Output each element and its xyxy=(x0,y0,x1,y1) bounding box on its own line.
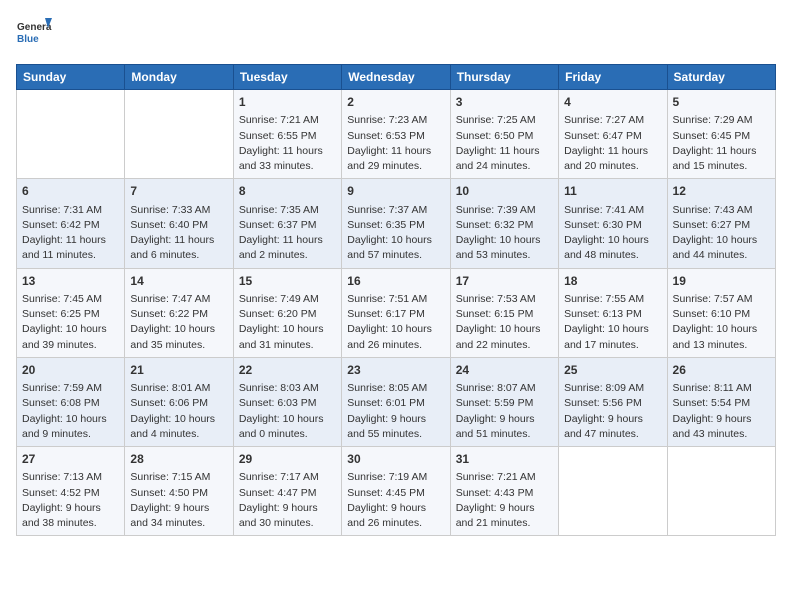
header-cell-monday: Monday xyxy=(125,65,233,90)
calendar-cell: 9Sunrise: 7:37 AMSunset: 6:35 PMDaylight… xyxy=(342,179,450,268)
day-number: 6 xyxy=(22,183,119,200)
calendar-cell: 11Sunrise: 7:41 AMSunset: 6:30 PMDayligh… xyxy=(559,179,667,268)
calendar-cell: 24Sunrise: 8:07 AMSunset: 5:59 PMDayligh… xyxy=(450,357,558,446)
calendar-cell xyxy=(667,447,775,536)
logo-svg: General Blue xyxy=(16,16,52,52)
day-number: 24 xyxy=(456,362,553,379)
calendar-cell: 7Sunrise: 7:33 AMSunset: 6:40 PMDaylight… xyxy=(125,179,233,268)
calendar-cell: 15Sunrise: 7:49 AMSunset: 6:20 PMDayligh… xyxy=(233,268,341,357)
calendar-cell: 16Sunrise: 7:51 AMSunset: 6:17 PMDayligh… xyxy=(342,268,450,357)
day-number: 23 xyxy=(347,362,444,379)
calendar-week-2: 6Sunrise: 7:31 AMSunset: 6:42 PMDaylight… xyxy=(17,179,776,268)
calendar-week-3: 13Sunrise: 7:45 AMSunset: 6:25 PMDayligh… xyxy=(17,268,776,357)
calendar-cell: 17Sunrise: 7:53 AMSunset: 6:15 PMDayligh… xyxy=(450,268,558,357)
day-number: 18 xyxy=(564,273,661,290)
calendar-cell xyxy=(125,90,233,179)
calendar-table: SundayMondayTuesdayWednesdayThursdayFrid… xyxy=(16,64,776,536)
calendar-cell: 6Sunrise: 7:31 AMSunset: 6:42 PMDaylight… xyxy=(17,179,125,268)
calendar-week-4: 20Sunrise: 7:59 AMSunset: 6:08 PMDayligh… xyxy=(17,357,776,446)
day-number: 11 xyxy=(564,183,661,200)
day-number: 17 xyxy=(456,273,553,290)
day-number: 28 xyxy=(130,451,227,468)
day-number: 4 xyxy=(564,94,661,111)
calendar-cell: 19Sunrise: 7:57 AMSunset: 6:10 PMDayligh… xyxy=(667,268,775,357)
day-number: 30 xyxy=(347,451,444,468)
calendar-cell: 3Sunrise: 7:25 AMSunset: 6:50 PMDaylight… xyxy=(450,90,558,179)
header-cell-friday: Friday xyxy=(559,65,667,90)
day-number: 8 xyxy=(239,183,336,200)
calendar-cell: 26Sunrise: 8:11 AMSunset: 5:54 PMDayligh… xyxy=(667,357,775,446)
day-number: 19 xyxy=(673,273,770,290)
page-header: General Blue xyxy=(16,16,776,52)
day-number: 21 xyxy=(130,362,227,379)
day-number: 14 xyxy=(130,273,227,290)
day-number: 15 xyxy=(239,273,336,290)
calendar-cell: 14Sunrise: 7:47 AMSunset: 6:22 PMDayligh… xyxy=(125,268,233,357)
calendar-cell: 31Sunrise: 7:21 AMSunset: 4:43 PMDayligh… xyxy=(450,447,558,536)
header-cell-wednesday: Wednesday xyxy=(342,65,450,90)
day-number: 3 xyxy=(456,94,553,111)
calendar-cell: 10Sunrise: 7:39 AMSunset: 6:32 PMDayligh… xyxy=(450,179,558,268)
calendar-cell: 2Sunrise: 7:23 AMSunset: 6:53 PMDaylight… xyxy=(342,90,450,179)
calendar-cell: 22Sunrise: 8:03 AMSunset: 6:03 PMDayligh… xyxy=(233,357,341,446)
calendar-cell: 21Sunrise: 8:01 AMSunset: 6:06 PMDayligh… xyxy=(125,357,233,446)
calendar-cell xyxy=(17,90,125,179)
day-number: 29 xyxy=(239,451,336,468)
day-number: 2 xyxy=(347,94,444,111)
day-number: 7 xyxy=(130,183,227,200)
svg-text:Blue: Blue xyxy=(17,34,39,45)
day-number: 25 xyxy=(564,362,661,379)
header-row: SundayMondayTuesdayWednesdayThursdayFrid… xyxy=(17,65,776,90)
calendar-cell: 20Sunrise: 7:59 AMSunset: 6:08 PMDayligh… xyxy=(17,357,125,446)
calendar-header: SundayMondayTuesdayWednesdayThursdayFrid… xyxy=(17,65,776,90)
calendar-cell: 25Sunrise: 8:09 AMSunset: 5:56 PMDayligh… xyxy=(559,357,667,446)
calendar-cell: 18Sunrise: 7:55 AMSunset: 6:13 PMDayligh… xyxy=(559,268,667,357)
calendar-week-5: 27Sunrise: 7:13 AMSunset: 4:52 PMDayligh… xyxy=(17,447,776,536)
header-cell-saturday: Saturday xyxy=(667,65,775,90)
calendar-cell: 27Sunrise: 7:13 AMSunset: 4:52 PMDayligh… xyxy=(17,447,125,536)
calendar-cell: 12Sunrise: 7:43 AMSunset: 6:27 PMDayligh… xyxy=(667,179,775,268)
day-number: 22 xyxy=(239,362,336,379)
calendar-cell: 1Sunrise: 7:21 AMSunset: 6:55 PMDaylight… xyxy=(233,90,341,179)
day-number: 13 xyxy=(22,273,119,290)
calendar-cell: 5Sunrise: 7:29 AMSunset: 6:45 PMDaylight… xyxy=(667,90,775,179)
calendar-cell: 4Sunrise: 7:27 AMSunset: 6:47 PMDaylight… xyxy=(559,90,667,179)
day-number: 5 xyxy=(673,94,770,111)
day-number: 26 xyxy=(673,362,770,379)
calendar-week-1: 1Sunrise: 7:21 AMSunset: 6:55 PMDaylight… xyxy=(17,90,776,179)
day-number: 31 xyxy=(456,451,553,468)
day-number: 27 xyxy=(22,451,119,468)
day-number: 12 xyxy=(673,183,770,200)
calendar-cell: 13Sunrise: 7:45 AMSunset: 6:25 PMDayligh… xyxy=(17,268,125,357)
calendar-cell: 8Sunrise: 7:35 AMSunset: 6:37 PMDaylight… xyxy=(233,179,341,268)
day-number: 20 xyxy=(22,362,119,379)
calendar-cell: 28Sunrise: 7:15 AMSunset: 4:50 PMDayligh… xyxy=(125,447,233,536)
day-number: 16 xyxy=(347,273,444,290)
calendar-cell xyxy=(559,447,667,536)
header-cell-sunday: Sunday xyxy=(17,65,125,90)
header-cell-tuesday: Tuesday xyxy=(233,65,341,90)
calendar-cell: 30Sunrise: 7:19 AMSunset: 4:45 PMDayligh… xyxy=(342,447,450,536)
calendar-cell: 29Sunrise: 7:17 AMSunset: 4:47 PMDayligh… xyxy=(233,447,341,536)
day-number: 9 xyxy=(347,183,444,200)
calendar-body: 1Sunrise: 7:21 AMSunset: 6:55 PMDaylight… xyxy=(17,90,776,536)
day-number: 1 xyxy=(239,94,336,111)
header-cell-thursday: Thursday xyxy=(450,65,558,90)
logo: General Blue xyxy=(16,16,52,52)
day-number: 10 xyxy=(456,183,553,200)
calendar-cell: 23Sunrise: 8:05 AMSunset: 6:01 PMDayligh… xyxy=(342,357,450,446)
